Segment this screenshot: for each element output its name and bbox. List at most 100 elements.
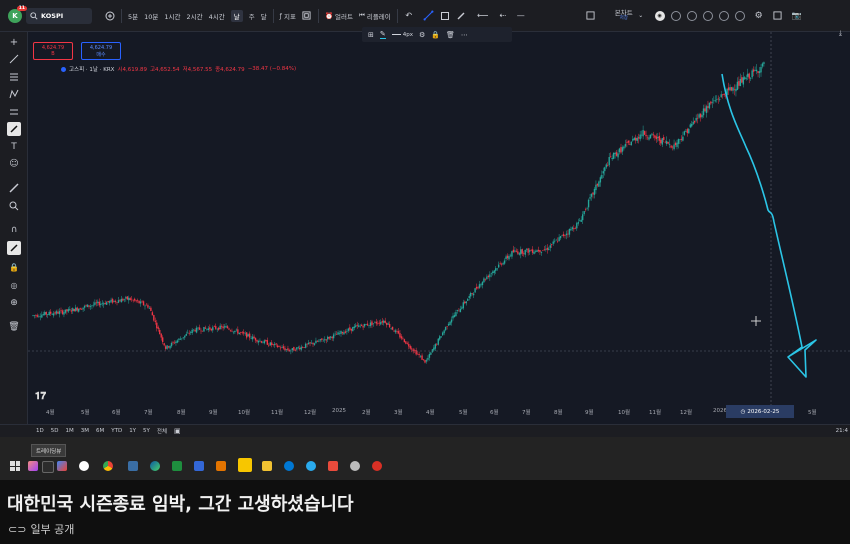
range-1m[interactable]: 1M bbox=[65, 428, 73, 434]
sticky-notes-icon[interactable] bbox=[238, 458, 252, 472]
crosshair-icon[interactable]: + bbox=[7, 35, 21, 49]
ruler-icon[interactable] bbox=[7, 181, 21, 195]
arrow-left-icon[interactable]: ⟵ bbox=[477, 10, 489, 22]
candle-body bbox=[380, 322, 382, 325]
app-icon[interactable] bbox=[328, 461, 338, 471]
trash-icon[interactable]: 🗑 bbox=[7, 320, 21, 334]
candle-body bbox=[495, 268, 497, 271]
sell-button[interactable]: 4,624.79 B bbox=[33, 42, 73, 60]
trendline-tool-icon[interactable] bbox=[423, 10, 435, 22]
interval-1h[interactable]: 1시간 bbox=[164, 11, 180, 21]
app-icon[interactable] bbox=[28, 461, 38, 471]
brush-drawing[interactable] bbox=[721, 73, 817, 378]
circle-tool-icon[interactable] bbox=[718, 10, 729, 21]
eye-icon[interactable]: ◎ bbox=[7, 278, 21, 292]
stay-in-drawing-icon[interactable] bbox=[7, 241, 21, 255]
forecast-icon[interactable] bbox=[7, 105, 21, 119]
folder-icon[interactable] bbox=[262, 461, 272, 471]
trendline-icon[interactable] bbox=[7, 52, 21, 66]
app-icon[interactable] bbox=[194, 461, 204, 471]
interval-day[interactable]: 날 bbox=[230, 9, 243, 22]
app-icon[interactable] bbox=[350, 461, 360, 471]
magnet-icon[interactable]: ∩ bbox=[7, 223, 21, 237]
line-color-icon[interactable]: ✎ bbox=[379, 30, 386, 39]
scroll-to-latest-icon[interactable]: ⤓ bbox=[839, 29, 842, 38]
chrome-icon[interactable] bbox=[103, 461, 113, 471]
range-all[interactable]: 전체 bbox=[157, 427, 167, 435]
circle-tool-icon[interactable] bbox=[734, 10, 745, 21]
range-ytd[interactable]: YTD bbox=[111, 428, 122, 434]
watchlist-icon[interactable]: ◉ bbox=[654, 10, 665, 21]
profile-avatar[interactable]: K 11 bbox=[8, 5, 27, 23]
globe-icon[interactable]: ⊕ bbox=[7, 296, 21, 310]
fullscreen-icon[interactable] bbox=[772, 10, 784, 22]
range-1y[interactable]: 1Y bbox=[129, 428, 136, 434]
trash-icon[interactable]: 🗑 bbox=[446, 31, 455, 39]
app-icon[interactable] bbox=[128, 461, 138, 471]
undo-icon[interactable]: ↶ bbox=[403, 10, 415, 22]
replay-button[interactable]: ⏮ 리플레이 bbox=[359, 11, 391, 21]
symbol-search[interactable]: KOSPI bbox=[26, 7, 92, 24]
chevron-down-icon[interactable]: ⌄ bbox=[635, 10, 647, 22]
emoji-icon[interactable]: ☺ bbox=[7, 157, 21, 171]
range-5y[interactable]: 5Y bbox=[143, 428, 150, 434]
circle-tool-icon[interactable] bbox=[670, 10, 681, 21]
range-3m[interactable]: 3M bbox=[81, 428, 89, 434]
pattern-icon[interactable] bbox=[7, 87, 21, 101]
interval-2h[interactable]: 2시간 bbox=[187, 11, 203, 21]
zoom-icon[interactable] bbox=[7, 199, 21, 213]
save-button[interactable]: 본차트 저장 bbox=[615, 10, 633, 21]
fib-icon[interactable] bbox=[7, 70, 21, 84]
app-icon[interactable] bbox=[172, 461, 182, 471]
app-icon[interactable] bbox=[216, 461, 226, 471]
candle-body bbox=[238, 332, 241, 335]
compare-icon[interactable] bbox=[104, 10, 116, 22]
range-6m[interactable]: 6M bbox=[96, 428, 104, 434]
candle-body bbox=[352, 327, 354, 332]
interval-10m[interactable]: 10분 bbox=[144, 11, 158, 21]
horizontal-ray-icon[interactable]: ⇠ bbox=[497, 10, 509, 22]
line-width-button[interactable]: 4px bbox=[391, 32, 413, 38]
telegram-icon[interactable] bbox=[306, 461, 316, 471]
settings-icon[interactable]: ⚙ bbox=[753, 10, 765, 22]
brush-tool-icon[interactable] bbox=[455, 10, 467, 22]
app-icon[interactable] bbox=[42, 461, 54, 473]
circle-tool-icon[interactable] bbox=[702, 10, 713, 21]
horizontal-line-icon[interactable]: — bbox=[515, 10, 527, 22]
app-icon[interactable] bbox=[372, 461, 382, 471]
range-5d[interactable]: 5D bbox=[51, 428, 59, 434]
lock-icon[interactable]: 🔒 bbox=[431, 31, 440, 39]
candle-body bbox=[254, 337, 257, 341]
more-icon[interactable]: ⋯ bbox=[461, 31, 468, 39]
time-axis-label: 4월 bbox=[426, 410, 435, 416]
goto-date-icon[interactable]: ▣ bbox=[174, 427, 181, 435]
alert-button[interactable]: ⏰ 얼러트 bbox=[325, 11, 353, 21]
app-icon[interactable] bbox=[284, 461, 294, 471]
candle-body bbox=[375, 321, 378, 324]
layout-icon[interactable] bbox=[585, 10, 597, 22]
interval-week[interactable]: 주 bbox=[249, 11, 255, 21]
settings-icon[interactable]: ⚙ bbox=[419, 31, 425, 39]
app-icon[interactable] bbox=[79, 461, 89, 471]
candle-body bbox=[316, 340, 319, 342]
buy-button[interactable]: 4,624.79 매수 bbox=[81, 42, 121, 60]
camera-icon[interactable]: 📷 bbox=[791, 10, 803, 22]
circle-tool-icon[interactable] bbox=[686, 10, 697, 21]
interval-5m[interactable]: 5분 bbox=[128, 11, 138, 21]
rectangle-tool-icon[interactable] bbox=[439, 10, 451, 22]
candle-body bbox=[416, 353, 419, 355]
edge-icon[interactable] bbox=[150, 461, 160, 471]
windows-start-icon[interactable] bbox=[10, 461, 20, 471]
indicators-button[interactable]: ƒ 지표 bbox=[280, 11, 296, 21]
interval-4h[interactable]: 4시간 bbox=[209, 11, 225, 21]
price-chart[interactable]: 𝟏𝟕 bbox=[28, 32, 850, 405]
brush-icon[interactable] bbox=[7, 122, 21, 136]
range-1d[interactable]: 1D bbox=[36, 428, 44, 434]
chart-pane[interactable]: 𝟏𝟕 고스피 · 1날 · KRX 시4,619.89 고4,652.54 저4… bbox=[28, 29, 850, 424]
text-icon[interactable]: T bbox=[7, 140, 21, 154]
app-icon[interactable] bbox=[57, 461, 67, 471]
interval-month[interactable]: 달 bbox=[261, 11, 267, 21]
lock-icon[interactable]: 🔒 bbox=[7, 260, 21, 274]
template-icon[interactable]: ⊞ bbox=[368, 31, 374, 39]
templates-icon[interactable] bbox=[301, 10, 313, 22]
